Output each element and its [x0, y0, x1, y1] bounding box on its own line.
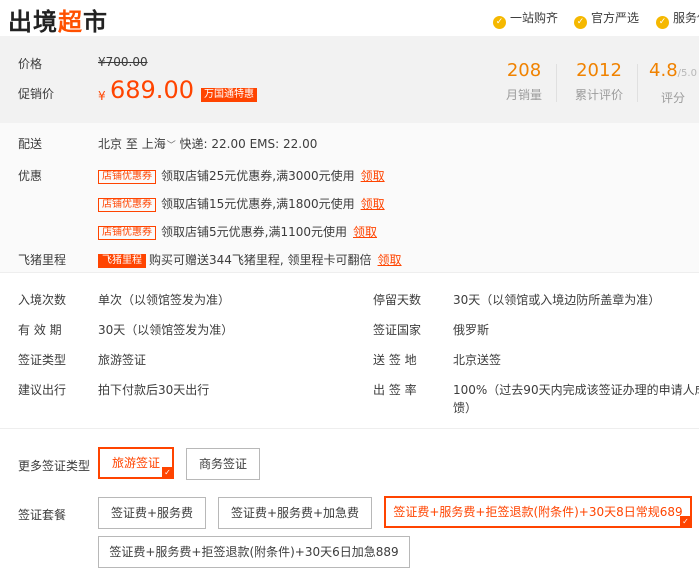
shipping-to-word: 至	[125, 137, 138, 151]
visa-type-option-business[interactable]: 商务签证	[186, 448, 260, 480]
visa-type-key: 签证类型	[18, 353, 67, 367]
coupon-row: 店铺优惠券 领取店铺5元优惠券,满1100元使用 领取	[98, 223, 377, 240]
package-option-selected[interactable]: 签证费+服务费+拒签退款(附条件)+30天8日常规689	[384, 496, 692, 528]
divider	[0, 428, 699, 429]
promo-badge: 万国通特惠	[201, 88, 257, 102]
country-value: 俄罗斯	[453, 323, 490, 337]
logo-text-a: 出境	[8, 8, 58, 36]
mileage-label: 飞猪里程	[18, 253, 67, 267]
mileage-tag: 飞猪里程	[98, 254, 146, 268]
price-label: 价格	[18, 57, 43, 71]
shipping-destination-select[interactable]: 上海﹀	[142, 137, 176, 151]
chevron-down-icon: ﹀	[166, 141, 176, 151]
stat-caption: 累计评价	[574, 88, 623, 102]
validity-key: 有 效 期	[18, 323, 62, 337]
coupon-label: 优惠	[18, 169, 43, 183]
logo[interactable]: 出境超市	[8, 2, 108, 37]
guarantee-label: 一站购齐	[510, 11, 559, 25]
shipping-to: 上海	[141, 137, 166, 151]
visa-type-value: 旅游签证	[98, 353, 147, 367]
visa-package-label: 签证套餐	[18, 508, 67, 522]
entries-value: 单次（以领馆签发为准）	[98, 293, 231, 307]
coupon-text: 领取店铺15元优惠券,满1800元使用	[161, 197, 355, 211]
divider	[556, 64, 557, 102]
stat-monthly-sales: 208 月销量	[500, 60, 548, 103]
submit-location-key: 送 签 地	[373, 353, 417, 367]
shipping-row: 北京 至 上海﹀ 快递: 22.00 EMS: 22.00	[98, 135, 317, 152]
promo-price: 689.00	[110, 76, 194, 104]
coupon-tag: 店铺优惠券	[98, 198, 156, 212]
top-bar: 出境超市 ✓ 一站购齐 ✓ 官方严选 ✓ 服务保	[0, 0, 699, 36]
country-key: 签证国家	[373, 323, 422, 337]
claim-coupon-link[interactable]: 领取	[361, 197, 385, 211]
coupon-row: 店铺优惠券 领取店铺15元优惠券,满1800元使用 领取	[98, 195, 385, 212]
package-option[interactable]: 签证费+服务费+加急费	[218, 497, 372, 529]
stat-value: 4.8	[649, 60, 678, 81]
guarantee-label: 服务保	[673, 11, 699, 25]
divider	[637, 64, 638, 102]
price-panel: 价格 ¥700.00 促销价 ¥ 689.00 万国通特惠 208 月销量 20…	[0, 36, 699, 123]
original-price: ¥700.00	[98, 55, 148, 69]
shipping-fees: 快递: 22.00 EMS: 22.00	[179, 137, 318, 151]
stay-key: 停留天数	[373, 293, 422, 307]
mileage-text: 购买可赠送344飞猪里程, 领里程卡可翻倍	[149, 253, 372, 267]
more-visa-types-label: 更多签证类型	[18, 459, 91, 473]
package-option[interactable]: 签证费+服务费+拒签退款(附条件)+30天6日加急889	[98, 536, 410, 568]
travel-advice-value: 拍下付款后30天出行	[98, 383, 210, 397]
coupon-text: 领取店铺5元优惠券,满1100元使用	[161, 225, 347, 239]
package-option[interactable]: 签证费+服务费	[98, 497, 206, 529]
stat-total-reviews: 2012 累计评价	[570, 60, 628, 103]
stat-rating: 4.8/5.0 评分	[648, 60, 698, 106]
divider	[0, 272, 699, 273]
stat-value: 2012	[576, 60, 622, 81]
logo-text-c: 市	[83, 8, 108, 36]
visa-type-option-tourist[interactable]: 旅游签证	[98, 447, 174, 479]
shipping-from: 北京	[98, 137, 123, 151]
logo-text-b: 超	[58, 8, 83, 36]
check-circle-icon: ✓	[656, 16, 669, 29]
guarantee-label: 官方严选	[591, 11, 640, 25]
check-circle-icon: ✓	[493, 16, 506, 29]
stat-value: 208	[506, 60, 542, 81]
approval-rate-value: 100%（过去90天内完成该签证办理的申请人成功出	[453, 383, 699, 397]
guarantee-item: ✓ 官方严选	[574, 9, 639, 29]
currency-symbol: ¥	[98, 89, 106, 103]
coupon-tag: 店铺优惠券	[98, 226, 156, 240]
claim-coupon-link[interactable]: 领取	[353, 225, 377, 239]
stat-caption: 评分	[660, 91, 685, 105]
stat-caption: 月销量	[505, 88, 542, 102]
coupon-tag: 店铺优惠券	[98, 170, 156, 184]
claim-mileage-link[interactable]: 领取	[378, 253, 402, 267]
coupon-text: 领取店铺25元优惠券,满3000元使用	[161, 169, 355, 183]
approval-rate-key: 出 签 率	[373, 383, 417, 397]
travel-advice-key: 建议出行	[18, 383, 67, 397]
shipping-label: 配送	[18, 137, 43, 151]
stay-value: 30天（以领馆或入境边防所盖章为准）	[453, 293, 661, 307]
stat-suffix: /5.0	[677, 68, 697, 79]
guarantee-item: ✓ 一站购齐	[493, 9, 558, 29]
promotion-panel: 配送 北京 至 上海﹀ 快递: 22.00 EMS: 22.00 优惠 店铺优惠…	[0, 123, 699, 272]
entries-key: 入境次数	[18, 293, 67, 307]
coupon-row: 店铺优惠券 领取店铺25元优惠券,满3000元使用 领取	[98, 167, 385, 184]
guarantee-item: ✓ 服务保	[656, 9, 699, 29]
promo-price-label: 促销价	[18, 87, 55, 101]
submit-location-value: 北京送签	[453, 353, 502, 367]
claim-coupon-link[interactable]: 领取	[361, 169, 385, 183]
check-circle-icon: ✓	[574, 16, 587, 29]
mileage-row: 飞猪里程 购买可赠送344飞猪里程, 领里程卡可翻倍 领取	[98, 251, 402, 268]
validity-value: 30天（以领馆签发为准）	[98, 323, 234, 337]
approval-rate-value-cont: 馈）	[453, 401, 478, 415]
